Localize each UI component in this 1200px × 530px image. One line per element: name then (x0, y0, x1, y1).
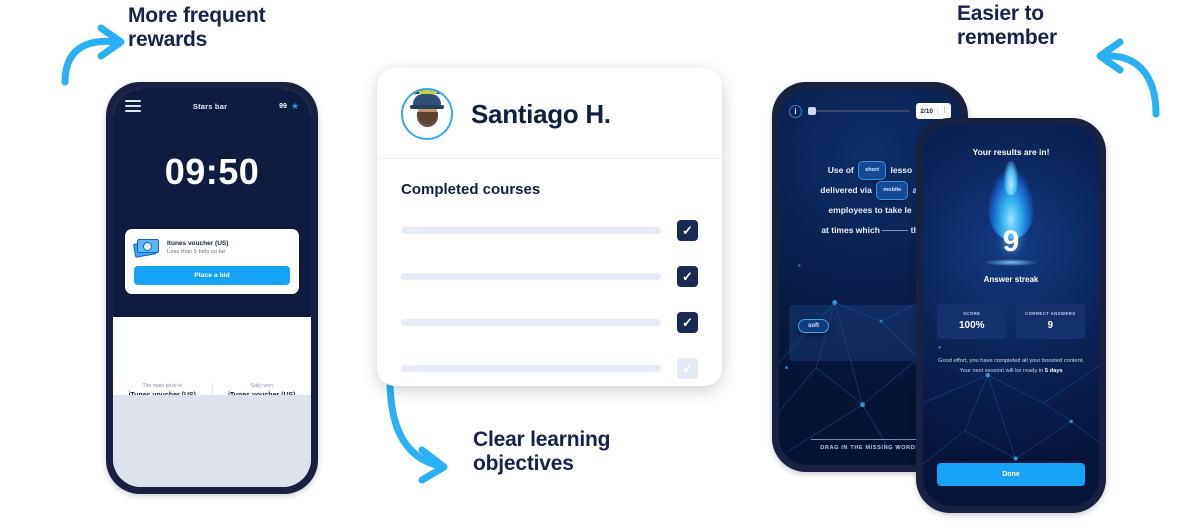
question-fragment-6: at times which (821, 224, 880, 235)
phone-stars-bottom-area (113, 395, 311, 487)
voucher-text-block: Itunes voucher (US) Less than 5 bids so … (167, 240, 228, 255)
question-fragment-3: delivered via (820, 184, 872, 195)
avatar (401, 88, 453, 140)
course-row: ✓ (401, 312, 698, 333)
course-placeholder-bar (401, 365, 661, 372)
course-placeholder-bar (401, 273, 661, 280)
place-a-bid-button[interactable]: Place a bid (134, 266, 290, 285)
profile-name: Santiago H. (471, 98, 611, 129)
answer-blank[interactable] (882, 230, 909, 232)
flame-tip-icon (1004, 161, 1018, 195)
voucher-card: Itunes voucher (US) Less than 5 bids so … (125, 229, 299, 294)
star-icon: ★ (290, 100, 299, 111)
course-placeholder-bar (401, 319, 661, 326)
quiz-progress-bar: i 2/10 ⋮ (779, 89, 961, 119)
draggable-word-chip-soft[interactable]: soft (798, 319, 829, 333)
phone-stars-bar: Stars bar 99 ★ 09:50 Itunes voucher (US)… (106, 82, 318, 494)
kebab-menu-icon[interactable]: ⋮ (937, 107, 951, 114)
word-chip-short[interactable]: short (858, 161, 887, 181)
streak-value: 9 (1002, 225, 1020, 258)
arrow-to-rewards-icon (61, 24, 125, 86)
progress-track[interactable] (808, 107, 911, 116)
course-row: ✓ (401, 358, 698, 379)
hamburger-menu-icon[interactable] (125, 99, 141, 113)
question-counter-value: 2/10 (920, 107, 933, 115)
course-checkbox-1[interactable]: ✓ (677, 220, 698, 241)
phone-results-screen: Your results are in! 9 Answer streak SCO… (923, 125, 1099, 506)
question-fragment-2: lesso (890, 165, 913, 175)
star-count-value: 99 (279, 102, 287, 110)
voucher-card-row: Itunes voucher (US) Less than 5 bids so … (132, 237, 290, 258)
callout-more-frequent-rewards: More frequent rewards (128, 4, 266, 51)
completed-courses-title: Completed courses (401, 181, 541, 198)
quiz-footer-text: DRAG IN THE MISSING WORDS (820, 445, 920, 451)
voucher-title: Itunes voucher (US) (167, 239, 229, 247)
info-icon[interactable]: i (789, 104, 802, 118)
footer-divider (811, 439, 929, 440)
stars-bar-title: Stars bar (192, 101, 228, 111)
profile-header: Santiago H. (377, 68, 722, 159)
question-fragment-1: Use of (827, 165, 854, 175)
prize-label: The main prize is (142, 383, 183, 389)
question-counter: 2/10 ⋮ (916, 103, 951, 119)
progress-knob (808, 107, 816, 116)
voucher-subtitle: Less than 5 bids so far (167, 248, 226, 255)
word-chip-mobile[interactable]: mobile (876, 181, 909, 201)
course-row: ✓ (401, 220, 698, 241)
course-checkbox-4[interactable]: ✓ (677, 358, 698, 379)
money-voucher-icon (132, 237, 160, 258)
stars-topbar: Stars bar 99 ★ (113, 89, 311, 123)
done-button[interactable]: Done (937, 463, 1085, 486)
arrow-to-objectives-icon (386, 378, 448, 484)
question-fragment-5: employees to take le (828, 204, 912, 215)
flame-base-glow (984, 259, 1038, 266)
phone-stars-screen: Stars bar 99 ★ 09:50 Itunes voucher (US)… (113, 89, 311, 487)
course-row: ✓ (401, 266, 698, 287)
arrow-to-remember-icon (1096, 38, 1160, 118)
callout-clear-learning-objectives: Clear learning objectives (473, 428, 611, 475)
course-checkbox-3[interactable]: ✓ (677, 312, 698, 333)
course-checkbox-2[interactable]: ✓ (677, 266, 698, 287)
countdown-timer: 09:50 (164, 151, 260, 192)
profile-card: Santiago H. Completed courses ✓ ✓ ✓ ✓ (377, 68, 722, 386)
winner-label: Sally won (250, 383, 273, 389)
star-counter[interactable]: 99 ★ (279, 100, 299, 111)
course-placeholder-bar (401, 227, 661, 234)
phone-results: Your results are in! 9 Answer streak SCO… (916, 118, 1106, 513)
profile-body: Completed courses ✓ ✓ ✓ ✓ (377, 159, 722, 386)
streak-flame-graphic: 9 (923, 161, 1099, 275)
illustration-stage: More frequent rewards Clear learning obj… (0, 0, 1200, 530)
